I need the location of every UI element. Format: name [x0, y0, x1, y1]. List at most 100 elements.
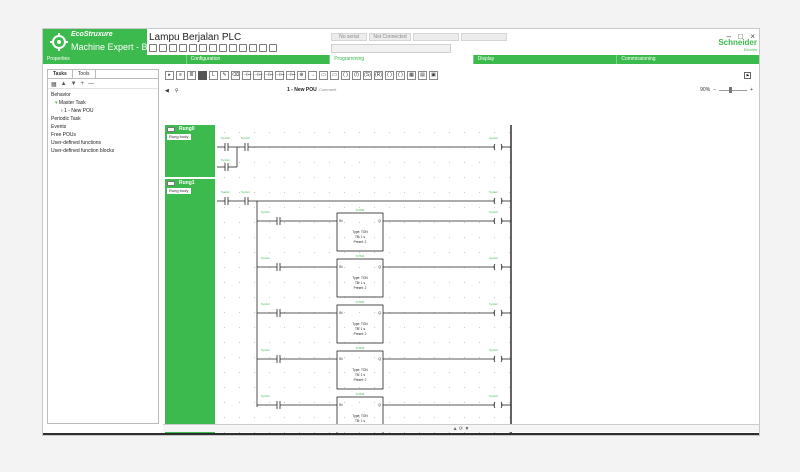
settings-icon[interactable] [209, 44, 217, 52]
tree-item[interactable]: Events [51, 123, 155, 131]
contact-pos-icon[interactable]: ⊣⊢ [286, 71, 296, 80]
help-icon[interactable] [219, 44, 227, 52]
rung-lang-select[interactable]: Rung body [167, 188, 191, 194]
login-icon[interactable] [259, 44, 267, 52]
timer-row: IN Q %TM2 Type: TONTB: 1 sPreset: 2 Symbol Sy… [257, 300, 511, 344]
coil-reset-icon[interactable]: (R) [374, 71, 383, 80]
tab-display[interactable]: Display [474, 55, 618, 64]
info-icon[interactable] [229, 44, 237, 52]
zoom-out-icon[interactable]: − [713, 87, 716, 93]
editor-subtoolbar: ◀ ⚲ [165, 86, 179, 95]
rung-add-icon[interactable]: ≡ [176, 71, 185, 80]
rung-0[interactable]: Rung0 Rung body [165, 125, 215, 177]
symbol-label: Symbol [221, 158, 230, 162]
tree-item[interactable]: User-defined functions [51, 139, 155, 147]
coil-extra-icon[interactable]: ( ) [396, 71, 405, 80]
move-up-icon[interactable]: ▲ [61, 81, 67, 87]
rung-toggle[interactable] [167, 181, 175, 186]
pou-title: 1 - New POU [287, 87, 317, 93]
print-icon[interactable] [179, 44, 187, 52]
tree-item[interactable]: ▾ Master Task [51, 99, 155, 107]
timer-row: IN Q %TM3 Type: TONTB: 1 sPreset: 2 Symbol Sy… [257, 346, 511, 390]
pou-comment: Comment [319, 87, 337, 92]
coil-symbol: Symbol [489, 302, 498, 306]
contact-fall-icon[interactable]: ⊣⊢ [275, 71, 285, 80]
coil-set-icon[interactable]: (S) [363, 71, 372, 80]
block-name: %TM2 [356, 300, 365, 304]
zoom-in-icon[interactable]: + [750, 87, 753, 93]
redo-icon[interactable] [199, 44, 207, 52]
bookmark-icon[interactable]: ⚑ [744, 72, 751, 79]
tree-item[interactable]: Behavior [51, 91, 155, 99]
open-icon[interactable] [159, 44, 167, 52]
coil-symbol: Symbol [489, 256, 498, 260]
search-icon[interactable]: ⚲ [175, 88, 179, 94]
ladder-toolbar: ▸ ≡ ≣ L ✎ ⌫ ⊣⊢ ⊣⊢ ⊣⊢ ⊣⊢ ⊣⊢ ⊕ → ▭ ▭ ( ) (… [165, 71, 438, 81]
task-tree: Behavior ▾ Master Task › 1 - New POU Per… [48, 89, 158, 157]
horizontal-scroll[interactable]: ▲ ⟳ ▼ [163, 424, 759, 432]
run-icon[interactable] [239, 44, 247, 52]
block-q-label: Q [378, 219, 381, 223]
select-icon[interactable]: ▸ [165, 71, 174, 80]
branch-icon[interactable]: ⊕ [297, 71, 306, 80]
block-tb: TB: 1 s [355, 235, 366, 239]
tab-configuration[interactable]: Configuration [187, 55, 331, 64]
nav-icon[interactable]: ◀ [165, 88, 169, 94]
list-mode-icon[interactable]: L [209, 71, 218, 80]
move-down-icon[interactable]: ▼ [71, 81, 77, 87]
tab-tools[interactable]: Tools [73, 70, 96, 78]
pencil-icon[interactable]: ✎ [220, 71, 229, 80]
rung-toggle[interactable] [167, 127, 175, 132]
tab-tasks[interactable]: Tasks [48, 70, 73, 78]
block-in-label: IN [339, 357, 343, 361]
download-icon[interactable] [269, 44, 277, 52]
block-in-label: IN [339, 265, 343, 269]
block-name: %TM4 [356, 392, 365, 396]
contact-symbol: Symbol [261, 394, 270, 398]
block-preset: Preset: 2 [354, 378, 367, 382]
tree-item[interactable]: Periodic Task [51, 115, 155, 123]
coil-more-icon[interactable]: ( ) [385, 71, 394, 80]
block-preset: Preset: 2 [354, 286, 367, 290]
save-icon[interactable] [169, 44, 177, 52]
contact-no-icon[interactable]: ⊣⊢ [242, 71, 252, 80]
device-selector[interactable] [331, 44, 451, 53]
undo-icon[interactable] [189, 44, 197, 52]
tab-commissioning[interactable]: Commissioning [617, 55, 759, 64]
status-slot-3 [413, 33, 459, 41]
tree-item[interactable]: Free POUs [51, 131, 155, 139]
tree-item[interactable]: › 1 - New POU [51, 107, 155, 115]
block-q-label: Q [378, 357, 381, 361]
contact-symbol: Symbol [261, 348, 270, 352]
contact-nc-icon[interactable]: ⊣⊢ [253, 71, 263, 80]
collapse-icon[interactable]: ▦ [51, 81, 57, 88]
ladder-mode-icon[interactable] [198, 71, 207, 80]
contact-rise-icon[interactable]: ⊣⊢ [264, 71, 274, 80]
zoom-slider[interactable] [719, 86, 748, 93]
comment-icon[interactable]: ▤ [418, 71, 427, 80]
rung-1[interactable]: Rung1 Rung body [165, 179, 215, 435]
block-in-label: IN [339, 219, 343, 223]
quick-toolbar [149, 44, 277, 54]
remove-icon[interactable]: — [88, 81, 94, 87]
operation-icon[interactable]: ▭ [330, 71, 339, 80]
new-icon[interactable] [149, 44, 157, 52]
stop-icon[interactable] [249, 44, 257, 52]
rung-lang-select[interactable]: Rung body [167, 134, 191, 140]
block-icon[interactable]: ▭ [319, 71, 328, 80]
tab-programming[interactable]: Programming [330, 55, 474, 64]
add-icon[interactable]: + [81, 81, 85, 87]
coil-neg-icon[interactable]: (/) [352, 71, 361, 80]
zoom-control[interactable]: 90% − + [700, 86, 753, 93]
coil-icon[interactable]: ( ) [341, 71, 350, 80]
tab-properties[interactable]: Properties [43, 55, 187, 64]
block-type: Type: TON [352, 276, 368, 280]
symbol-label: Symbol [489, 190, 498, 194]
grid-icon[interactable]: ▦ [407, 71, 416, 80]
line-icon[interactable]: → [308, 71, 317, 80]
eraser-icon[interactable]: ⌫ [231, 71, 240, 80]
view-icon[interactable]: ▣ [429, 71, 438, 80]
tree-item[interactable]: User-defined function blocks [51, 147, 155, 155]
rung-insert-icon[interactable]: ≣ [187, 71, 196, 80]
ladder-canvas[interactable]: IN Q %TM0 Type: TON TB: 1 s Preset: 2 Symbol Sy… [217, 125, 513, 435]
